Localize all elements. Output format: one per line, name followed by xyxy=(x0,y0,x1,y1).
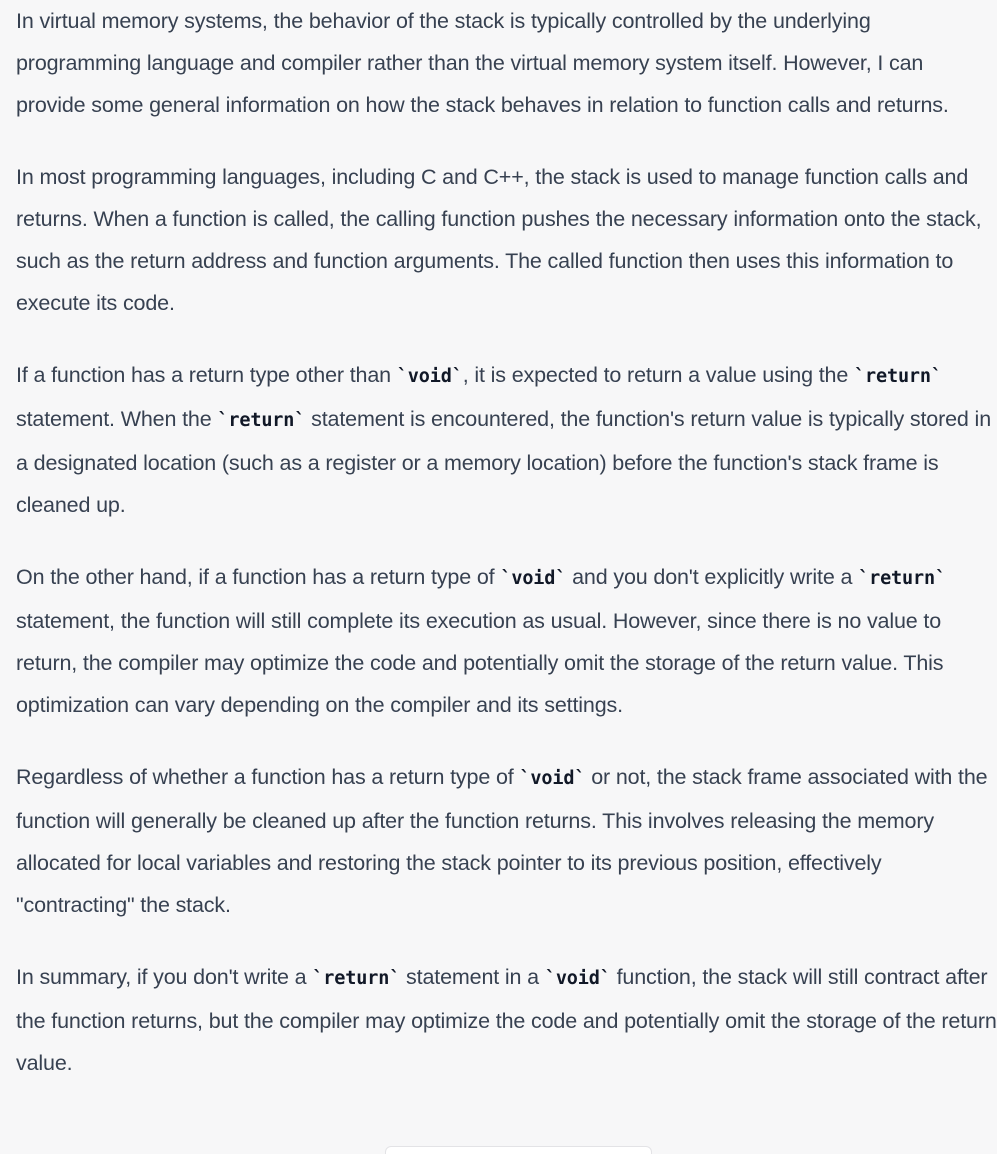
assistant-response: In virtual memory systems, the behavior … xyxy=(0,0,997,1154)
floating-button-edge[interactable] xyxy=(385,1146,652,1154)
paragraph: In virtual memory systems, the behavior … xyxy=(16,0,997,126)
paragraph-text: In virtual memory systems, the behavior … xyxy=(16,9,949,117)
inline-code: return xyxy=(217,410,305,431)
paragraph-text: In most programming languages, including… xyxy=(16,165,982,315)
paragraph-text: , it is expected to return a value using… xyxy=(462,363,854,387)
paragraph: Regardless of whether a function has a r… xyxy=(16,756,997,926)
paragraph-text: On the other hand, if a function has a r… xyxy=(16,565,501,589)
paragraph-text: and you don't explicitly write a xyxy=(566,565,859,589)
inline-code: return xyxy=(854,366,942,387)
paragraph: If a function has a return type other th… xyxy=(16,354,997,526)
paragraph-text: statement in a xyxy=(400,965,545,989)
paragraph-text: statement, the function will still compl… xyxy=(16,609,944,717)
paragraph-text: In summary, if you don't write a xyxy=(16,965,313,989)
paragraph: In most programming languages, including… xyxy=(16,156,997,324)
inline-code: return xyxy=(858,568,946,589)
inline-code: void xyxy=(397,366,463,387)
inline-code: return xyxy=(312,968,400,989)
paragraph-text: If a function has a return type other th… xyxy=(16,363,397,387)
inline-code: void xyxy=(519,768,585,789)
inline-code: void xyxy=(500,568,566,589)
paragraph: On the other hand, if a function has a r… xyxy=(16,556,997,726)
paragraph-text: Regardless of whether a function has a r… xyxy=(16,765,520,789)
paragraph: In summary, if you don't write a return … xyxy=(16,956,997,1084)
paragraph-text: statement. When the xyxy=(16,407,218,431)
inline-code: void xyxy=(545,968,611,989)
